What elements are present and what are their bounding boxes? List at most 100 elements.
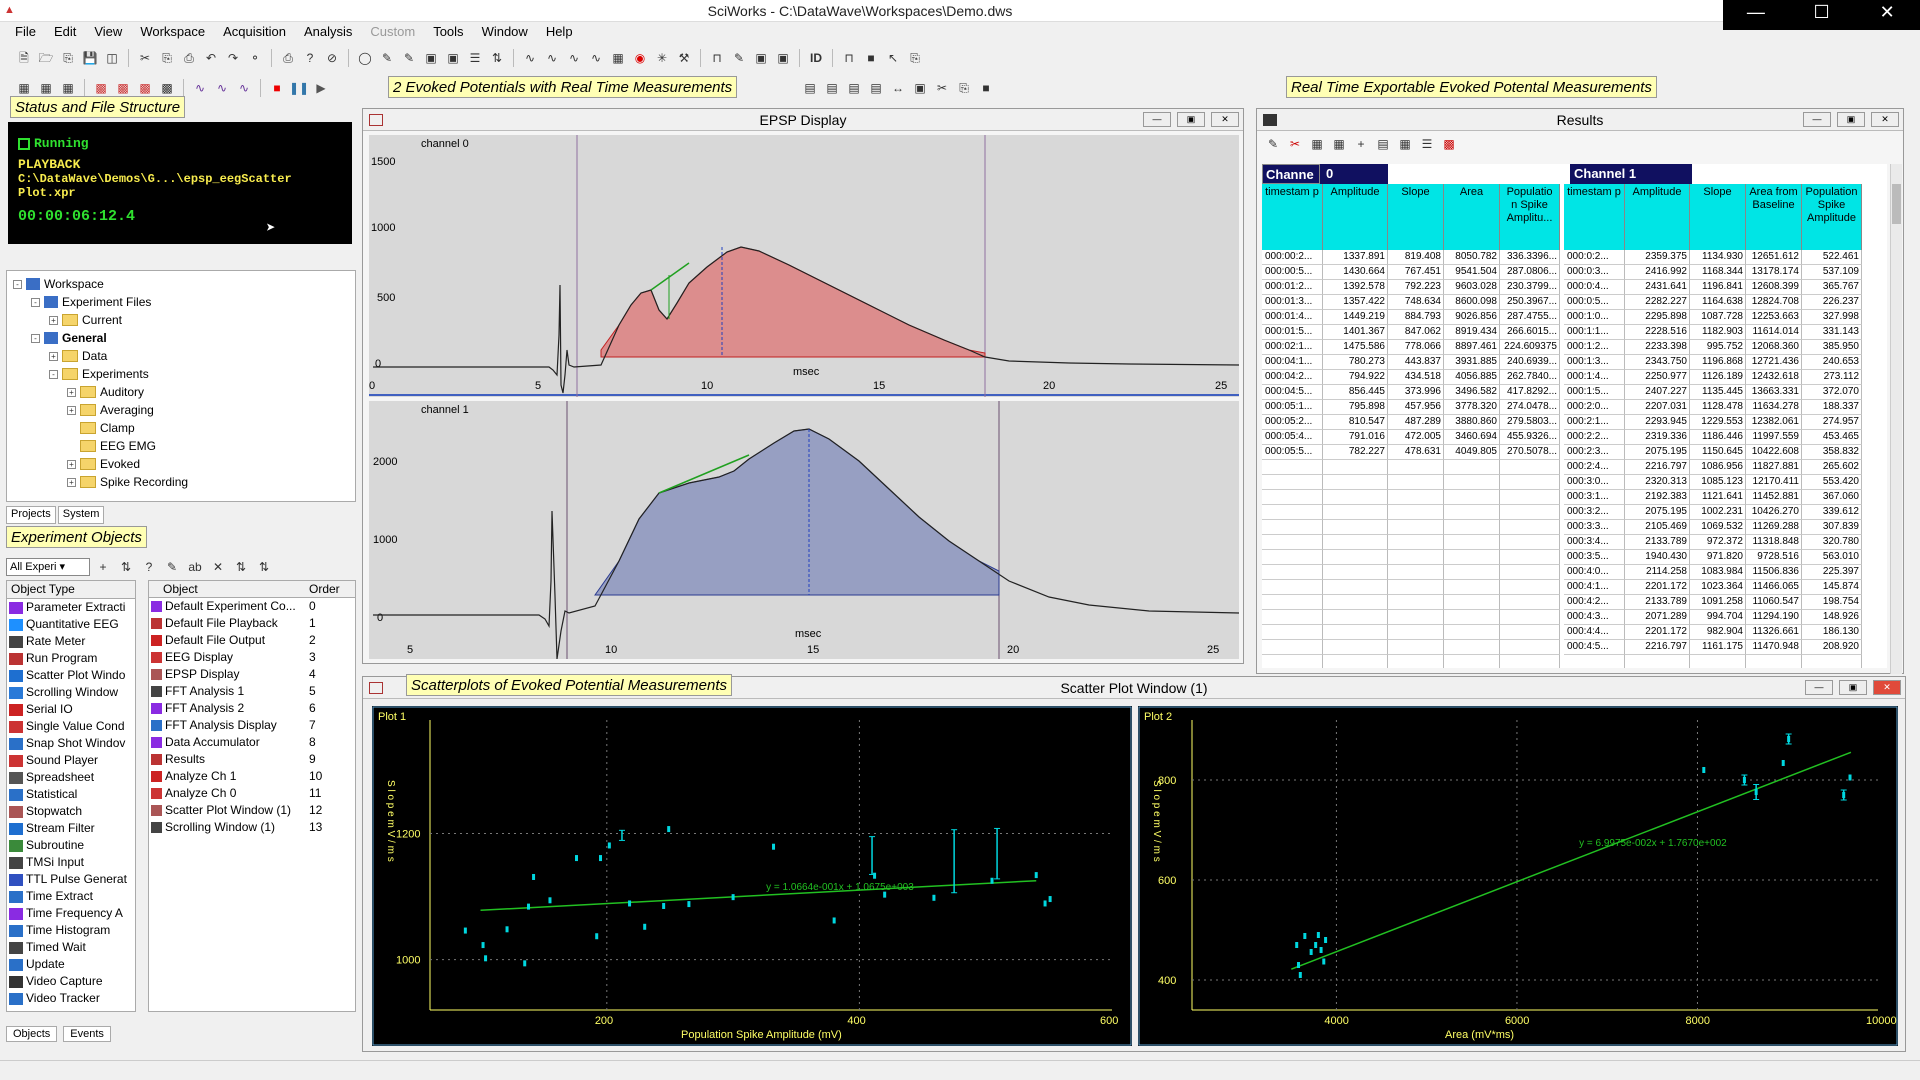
epsp-close-button[interactable]: ✕ — [1211, 112, 1239, 127]
sort-icon[interactable]: ⇅ — [487, 49, 507, 67]
doc-2-icon[interactable]: ▣ — [773, 49, 793, 67]
results-clear-icon[interactable]: ✂ — [1285, 135, 1305, 153]
object-type-item[interactable]: Video Tracker — [7, 990, 135, 1007]
edit-icon[interactable]: ✎ — [162, 558, 182, 576]
object-row[interactable]: Default Experiment Co... 0 — [149, 598, 355, 615]
object-row[interactable]: EPSP Display 4 — [149, 666, 355, 683]
results-column-header[interactable]: timestam p — [1564, 184, 1625, 250]
results-row[interactable]: 000:3:1... 2192.383 1121.641 11452.881 367.0… — [1262, 490, 1887, 505]
object-row[interactable]: EEG Display 3 — [149, 649, 355, 666]
object-type-item[interactable]: Sound Player — [7, 752, 135, 769]
signal-2-icon[interactable]: ∿ — [542, 49, 562, 67]
remove-icon[interactable]: ✕ — [208, 558, 228, 576]
results-row[interactable]: 000:00:2... 1337.891 819.408 8050.782 336.33… — [1262, 250, 1887, 265]
copy-file-icon[interactable]: ⎘ — [58, 49, 78, 67]
epsp-restore-button[interactable]: ▣ — [1177, 112, 1205, 127]
menu-workspace[interactable]: Workspace — [131, 22, 214, 42]
redo-icon[interactable]: ↷ — [223, 49, 243, 67]
help-icon[interactable]: ? — [300, 49, 320, 67]
collapse-icon[interactable]: - — [31, 297, 40, 307]
window-edit-2-icon[interactable]: ▣ — [443, 49, 463, 67]
expand-icon[interactable]: + — [67, 387, 76, 397]
menu-acquisition[interactable]: Acquisition — [214, 22, 295, 42]
results-scroll-thumb[interactable] — [1892, 184, 1901, 224]
object-type-item[interactable]: Stopwatch — [7, 803, 135, 820]
tab-system[interactable]: System — [57, 506, 105, 524]
results-row[interactable]: 000:4:4... 2201.172 982.904 11326.661 186.13… — [1262, 625, 1887, 640]
results-add-icon[interactable]: + — [1351, 135, 1371, 153]
object-row[interactable]: Default File Playback 1 — [149, 615, 355, 632]
tree-node[interactable]: - General — [7, 329, 355, 347]
marker-icon[interactable]: ✳ — [652, 49, 672, 67]
menu-view[interactable]: View — [85, 22, 131, 42]
object-type-item[interactable]: Spreadsheet — [7, 769, 135, 786]
pen-edit-2-icon[interactable]: ✎ — [399, 49, 419, 67]
menu-custom[interactable]: Custom — [361, 22, 424, 42]
play-icon[interactable]: ▶ — [311, 79, 331, 97]
results-grid-icon[interactable]: ▦ — [1329, 135, 1349, 153]
object-type-item[interactable]: Rate Meter — [7, 633, 135, 650]
sort-2-icon[interactable]: ⇅ — [231, 558, 251, 576]
collapse-icon[interactable]: - — [31, 333, 40, 343]
add-icon[interactable]: + — [93, 558, 113, 576]
object-type-item[interactable]: Timed Wait — [7, 939, 135, 956]
results-column-header[interactable]: Area — [1444, 184, 1500, 250]
object-type-item[interactable]: Subroutine — [7, 837, 135, 854]
results-scrollbar[interactable] — [1890, 164, 1902, 674]
object-type-item[interactable]: Scrolling Window — [7, 684, 135, 701]
object-row[interactable]: Data Accumulator 8 — [149, 734, 355, 751]
grid-icon[interactable]: ▦ — [608, 49, 628, 67]
collapse-icon[interactable]: - — [49, 369, 58, 379]
tree-node[interactable]: + Spike Recording — [7, 473, 355, 491]
results-minimize-button[interactable]: — — [1803, 112, 1831, 127]
close-button[interactable]: ✕ — [1854, 0, 1920, 30]
channel-1-chart[interactable]: channel 1 2000 1000 0 5 10 15 20 25 msec — [369, 401, 1239, 659]
scatter-minimize-button[interactable]: — — [1805, 680, 1833, 695]
results-edit-icon[interactable]: ✎ — [1263, 135, 1283, 153]
stop-record-icon[interactable]: ■ — [267, 79, 287, 97]
acq-2-icon[interactable]: ▦ — [36, 79, 56, 97]
results-column-header[interactable]: timestam p — [1262, 184, 1323, 250]
results-row[interactable]: 000:3:0... 2320.313 1085.123 12170.411 553.4… — [1262, 475, 1887, 490]
experiment-filter-select[interactable]: All Experi ▾ — [6, 558, 90, 576]
resize-icon[interactable]: ↔ — [888, 79, 908, 97]
results-column-header[interactable]: Slope — [1690, 184, 1746, 250]
object-row[interactable]: Analyze Ch 0 11 — [149, 785, 355, 802]
object-row[interactable]: Analyze Ch 1 10 — [149, 768, 355, 785]
object-type-item[interactable]: Time Histogram — [7, 922, 135, 939]
align-icon[interactable]: ▤ — [800, 79, 820, 97]
paste-icon[interactable]: ⎙ — [179, 49, 199, 67]
results-row[interactable]: 000:01:5... 1401.367 847.062 8919.434 266.60… — [1262, 325, 1887, 340]
results-row[interactable]: 000:04:2... 794.922 434.518 4056.885 262.784… — [1262, 370, 1887, 385]
copy-icon[interactable]: ⎘ — [157, 49, 177, 67]
menu-window[interactable]: Window — [473, 22, 537, 42]
results-row[interactable]: 000:3:5... 1940.430 971.820 9728.516 563.010 — [1262, 550, 1887, 565]
minimize-button[interactable]: — — [1723, 0, 1789, 30]
tool-icon[interactable]: ⚒ — [674, 49, 694, 67]
object-type-item[interactable]: Single Value Cond — [7, 718, 135, 735]
tree-node[interactable]: + Auditory — [7, 383, 355, 401]
expand-icon[interactable]: + — [49, 315, 58, 325]
chart-icon[interactable]: ■ — [861, 49, 881, 67]
pause-icon[interactable]: ❚❚ — [289, 79, 309, 97]
tab-objects[interactable]: Objects — [6, 1026, 58, 1042]
object-type-item[interactable]: Update — [7, 956, 135, 973]
results-row[interactable]: 000:4:1... 2201.172 1023.364 11466.065 145.8… — [1262, 580, 1887, 595]
align-4-icon[interactable]: ▤ — [866, 79, 886, 97]
channel-0-chart[interactable]: channel 0 1500 1000 500 0 0 5 10 15 20 2… — [369, 135, 1239, 397]
tree-node[interactable]: + Averaging — [7, 401, 355, 419]
results-row[interactable]: 000:05:5... 782.227 478.631 4049.805 270.507… — [1262, 445, 1887, 460]
copy-2-icon[interactable]: ⎘ — [905, 49, 925, 67]
object-row[interactable]: FFT Analysis 2 6 — [149, 700, 355, 717]
pulse-icon[interactable]: ⊓ — [707, 49, 727, 67]
tree-node[interactable]: EEG EMG — [7, 437, 355, 455]
results-row[interactable]: 000:4:0... 2114.258 1083.984 11506.836 225.3… — [1262, 565, 1887, 580]
epsp-minimize-button[interactable]: — — [1143, 112, 1171, 127]
results-row[interactable]: 000:01:3... 1357.422 748.634 8600.098 250.39… — [1262, 295, 1887, 310]
object-row[interactable]: Scatter Plot Window (1) 12 — [149, 802, 355, 819]
edit-doc-icon[interactable]: ✎ — [729, 49, 749, 67]
results-column-header[interactable]: Populatio n Spike Amplitu... — [1500, 184, 1560, 250]
sort-3-icon[interactable]: ⇅ — [254, 558, 274, 576]
expand-icon[interactable]: + — [67, 477, 76, 487]
object-row[interactable]: Scrolling Window (1) 13 — [149, 819, 355, 836]
